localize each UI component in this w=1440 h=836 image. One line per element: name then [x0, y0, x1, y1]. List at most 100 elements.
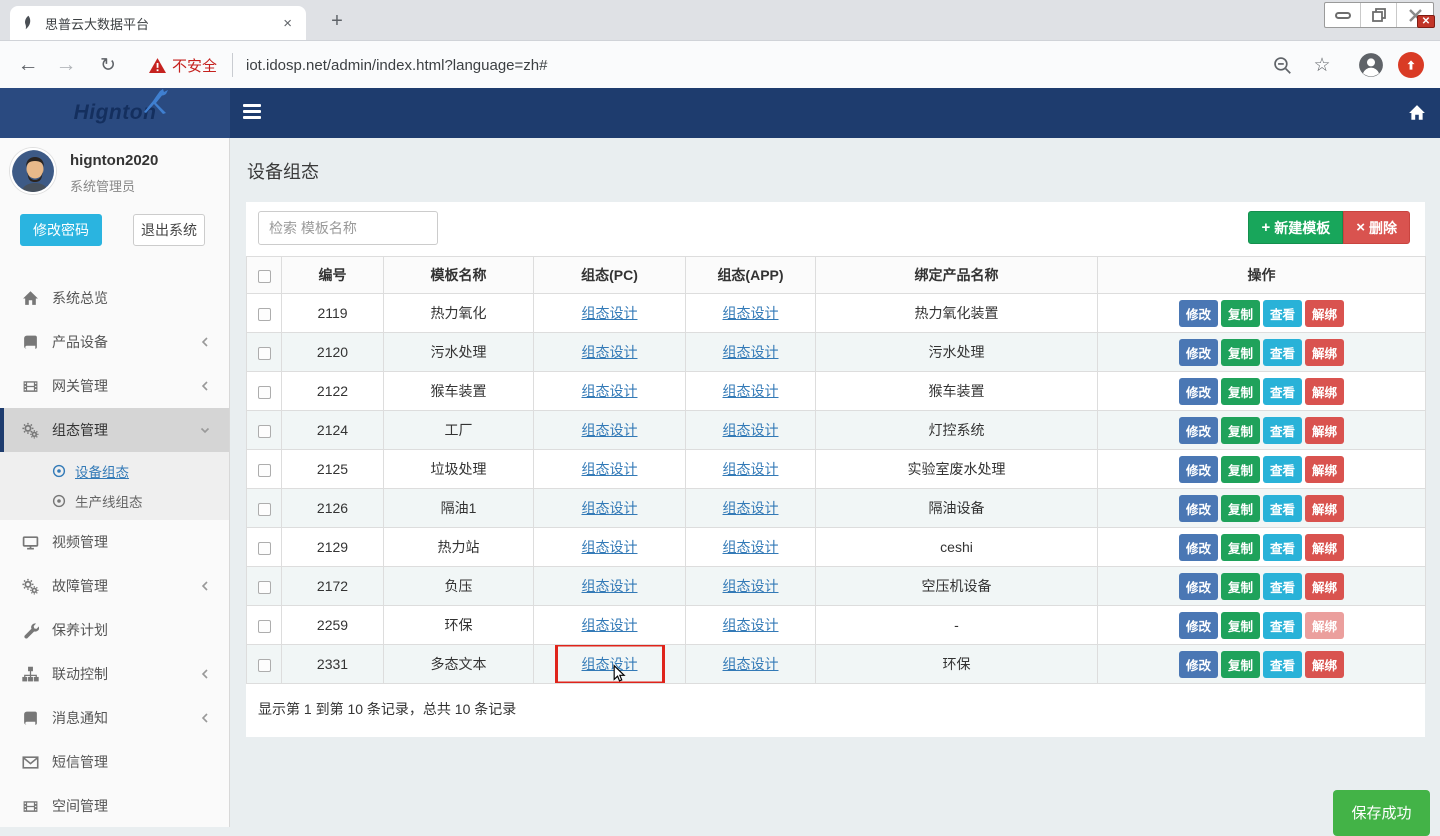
view-button[interactable]: 查看: [1263, 378, 1302, 405]
profile-avatar-icon[interactable]: [1358, 41, 1384, 89]
pc-config-link[interactable]: 组态设计: [582, 539, 638, 555]
edit-button[interactable]: 修改: [1179, 417, 1218, 444]
edit-button[interactable]: 修改: [1179, 651, 1218, 678]
row-checkbox[interactable]: [258, 308, 271, 321]
unbind-button[interactable]: 解绑: [1305, 339, 1344, 366]
app-config-link[interactable]: 组态设计: [723, 656, 779, 672]
logout-button[interactable]: 退出系统: [133, 214, 205, 246]
pc-config-link[interactable]: 组态设计: [582, 383, 638, 399]
app-config-link[interactable]: 组态设计: [723, 383, 779, 399]
pc-config-link[interactable]: 组态设计: [582, 617, 638, 633]
bookmark-star-icon[interactable]: ☆: [1310, 41, 1334, 89]
app-config-link[interactable]: 组态设计: [723, 617, 779, 633]
app-config-link[interactable]: 组态设计: [723, 305, 779, 321]
edit-button[interactable]: 修改: [1179, 456, 1218, 483]
browser-tab[interactable]: 思普云大数据平台 ×: [10, 6, 306, 40]
copy-button[interactable]: 复制: [1221, 456, 1260, 483]
row-checkbox[interactable]: [258, 542, 271, 555]
sidebar-subitem-3-0[interactable]: 设备组态: [0, 456, 229, 486]
delete-button[interactable]: × 删除: [1343, 211, 1410, 244]
edit-button[interactable]: 修改: [1179, 300, 1218, 327]
sidebar-item-2[interactable]: 网关管理: [0, 364, 229, 408]
row-checkbox[interactable]: [258, 659, 271, 672]
row-checkbox[interactable]: [258, 386, 271, 399]
copy-button[interactable]: 复制: [1221, 378, 1260, 405]
pc-config-link[interactable]: 组态设计: [582, 344, 638, 360]
browser-update-icon[interactable]: [1398, 41, 1424, 89]
edit-button[interactable]: 修改: [1179, 339, 1218, 366]
unbind-button[interactable]: 解绑: [1305, 300, 1344, 327]
sidebar-item-7[interactable]: 联动控制: [0, 652, 229, 696]
app-config-link[interactable]: 组态设计: [723, 578, 779, 594]
reload-icon[interactable]: ↻: [94, 41, 122, 89]
edit-button[interactable]: 修改: [1179, 612, 1218, 639]
user-avatar[interactable]: [10, 148, 56, 194]
unbind-button[interactable]: 解绑: [1305, 417, 1344, 444]
copy-button[interactable]: 复制: [1221, 534, 1260, 561]
copy-button[interactable]: 复制: [1221, 417, 1260, 444]
sidebar-item-1[interactable]: 产品设备: [0, 320, 229, 364]
back-icon[interactable]: ←: [14, 41, 42, 89]
home-icon[interactable]: [1408, 104, 1426, 122]
forward-icon[interactable]: →: [52, 41, 80, 89]
view-button[interactable]: 查看: [1263, 651, 1302, 678]
not-secure-label[interactable]: 不安全: [172, 41, 217, 89]
app-config-link[interactable]: 组态设计: [723, 539, 779, 555]
copy-button[interactable]: 复制: [1221, 339, 1260, 366]
new-template-button[interactable]: + 新建模板: [1248, 211, 1343, 244]
row-checkbox[interactable]: [258, 503, 271, 516]
zoom-out-icon[interactable]: [1270, 41, 1294, 89]
url-text[interactable]: iot.idosp.net/admin/index.html?language=…: [246, 41, 547, 89]
pc-config-link[interactable]: 组态设计: [582, 422, 638, 438]
sidebar-item-8[interactable]: 消息通知: [0, 696, 229, 740]
new-tab-button[interactable]: +: [324, 9, 350, 35]
row-checkbox[interactable]: [258, 347, 271, 360]
view-button[interactable]: 查看: [1263, 339, 1302, 366]
app-config-link[interactable]: 组态设计: [723, 500, 779, 516]
unbind-button[interactable]: 解绑: [1305, 573, 1344, 600]
view-button[interactable]: 查看: [1263, 495, 1302, 522]
row-checkbox[interactable]: [258, 581, 271, 594]
window-restore-button[interactable]: [1361, 3, 1397, 27]
edit-button[interactable]: 修改: [1179, 573, 1218, 600]
pc-config-link[interactable]: 组态设计: [582, 305, 638, 321]
unbind-button[interactable]: 解绑: [1305, 456, 1344, 483]
unbind-button[interactable]: 解绑: [1305, 651, 1344, 678]
edit-button[interactable]: 修改: [1179, 534, 1218, 561]
view-button[interactable]: 查看: [1263, 612, 1302, 639]
sidebar-item-0[interactable]: 系统总览: [0, 276, 229, 320]
view-button[interactable]: 查看: [1263, 573, 1302, 600]
pc-config-link[interactable]: 组态设计: [582, 500, 638, 516]
edit-button[interactable]: 修改: [1179, 378, 1218, 405]
window-minimize-button[interactable]: [1325, 3, 1361, 27]
select-all-checkbox[interactable]: [258, 270, 271, 283]
edit-button[interactable]: 修改: [1179, 495, 1218, 522]
copy-button[interactable]: 复制: [1221, 495, 1260, 522]
row-checkbox[interactable]: [258, 464, 271, 477]
view-button[interactable]: 查看: [1263, 417, 1302, 444]
view-button[interactable]: 查看: [1263, 534, 1302, 561]
sidebar-item-3[interactable]: 组态管理: [0, 408, 229, 452]
row-checkbox[interactable]: [258, 425, 271, 438]
sidebar-item-6[interactable]: 保养计划: [0, 608, 229, 652]
app-config-link[interactable]: 组态设计: [723, 344, 779, 360]
sidebar-subitem-3-1[interactable]: 生产线组态: [0, 486, 229, 516]
copy-button[interactable]: 复制: [1221, 651, 1260, 678]
sidebar-item-5[interactable]: 故障管理: [0, 564, 229, 608]
row-checkbox[interactable]: [258, 620, 271, 633]
copy-button[interactable]: 复制: [1221, 300, 1260, 327]
app-config-link[interactable]: 组态设计: [723, 461, 779, 477]
sidebar-item-4[interactable]: 视频管理: [0, 520, 229, 564]
sidebar-item-10[interactable]: 空间管理: [0, 784, 229, 828]
app-config-link[interactable]: 组态设计: [723, 422, 779, 438]
hamburger-menu-icon[interactable]: [243, 104, 261, 122]
tab-close-icon[interactable]: ×: [279, 15, 296, 32]
copy-button[interactable]: 复制: [1221, 612, 1260, 639]
change-password-button[interactable]: 修改密码: [20, 214, 102, 246]
view-button[interactable]: 查看: [1263, 300, 1302, 327]
pc-config-link[interactable]: 组态设计: [582, 461, 638, 477]
view-button[interactable]: 查看: [1263, 456, 1302, 483]
sidebar-item-9[interactable]: 短信管理: [0, 740, 229, 784]
search-input[interactable]: [258, 211, 438, 245]
copy-button[interactable]: 复制: [1221, 573, 1260, 600]
